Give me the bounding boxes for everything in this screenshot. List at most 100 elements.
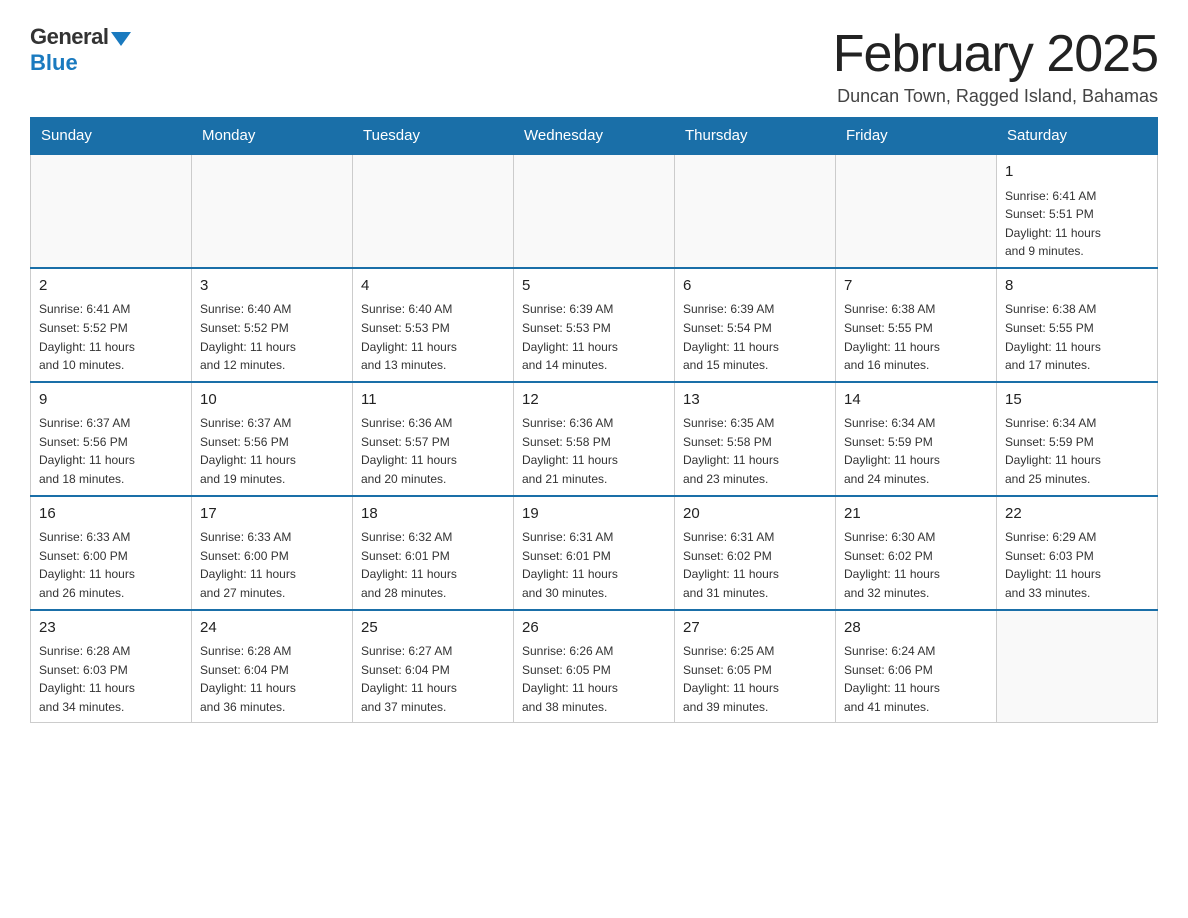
day-info-text: Sunrise: 6:34 AM Sunset: 5:59 PM Dayligh… [844,414,988,488]
day-number: 8 [1005,275,1149,298]
calendar-day-cell: 14Sunrise: 6:34 AM Sunset: 5:59 PM Dayli… [836,382,997,496]
calendar-day-cell: 8Sunrise: 6:38 AM Sunset: 5:55 PM Daylig… [997,268,1158,382]
day-info-text: Sunrise: 6:40 AM Sunset: 5:52 PM Dayligh… [200,300,344,374]
day-number: 25 [361,617,505,640]
calendar-day-cell [31,154,192,268]
calendar-day-cell [514,154,675,268]
day-of-week-header: Tuesday [353,118,514,155]
calendar-day-cell: 27Sunrise: 6:25 AM Sunset: 6:05 PM Dayli… [675,610,836,723]
day-info-text: Sunrise: 6:37 AM Sunset: 5:56 PM Dayligh… [39,414,183,488]
calendar-day-cell: 19Sunrise: 6:31 AM Sunset: 6:01 PM Dayli… [514,496,675,610]
day-number: 22 [1005,503,1149,526]
calendar-week-row: 23Sunrise: 6:28 AM Sunset: 6:03 PM Dayli… [31,610,1158,723]
day-info-text: Sunrise: 6:36 AM Sunset: 5:57 PM Dayligh… [361,414,505,488]
day-info-text: Sunrise: 6:38 AM Sunset: 5:55 PM Dayligh… [1005,300,1149,374]
day-info-text: Sunrise: 6:39 AM Sunset: 5:54 PM Dayligh… [683,300,827,374]
day-info-text: Sunrise: 6:24 AM Sunset: 6:06 PM Dayligh… [844,642,988,716]
logo-blue-text: Blue [30,50,78,76]
day-number: 2 [39,275,183,298]
logo-arrow-icon [111,32,131,46]
day-info-text: Sunrise: 6:36 AM Sunset: 5:58 PM Dayligh… [522,414,666,488]
day-number: 11 [361,389,505,412]
calendar-day-cell: 6Sunrise: 6:39 AM Sunset: 5:54 PM Daylig… [675,268,836,382]
day-info-text: Sunrise: 6:25 AM Sunset: 6:05 PM Dayligh… [683,642,827,716]
day-info-text: Sunrise: 6:28 AM Sunset: 6:03 PM Dayligh… [39,642,183,716]
day-number: 9 [39,389,183,412]
calendar-day-cell: 13Sunrise: 6:35 AM Sunset: 5:58 PM Dayli… [675,382,836,496]
logo-general-text: General [30,24,108,50]
day-of-week-header: Saturday [997,118,1158,155]
calendar-day-cell [997,610,1158,723]
calendar-week-row: 9Sunrise: 6:37 AM Sunset: 5:56 PM Daylig… [31,382,1158,496]
day-of-week-header: Wednesday [514,118,675,155]
calendar-week-row: 1 Sunrise: 6:41 AM Sunset: 5:51 PM Daylig… [31,154,1158,268]
day-number: 10 [200,389,344,412]
calendar-day-cell: 4Sunrise: 6:40 AM Sunset: 5:53 PM Daylig… [353,268,514,382]
day-info-text: Sunrise: 6:26 AM Sunset: 6:05 PM Dayligh… [522,642,666,716]
calendar-day-cell: 18Sunrise: 6:32 AM Sunset: 6:01 PM Dayli… [353,496,514,610]
day-number: 1 [1005,161,1149,184]
calendar-day-cell: 23Sunrise: 6:28 AM Sunset: 6:03 PM Dayli… [31,610,192,723]
calendar-header-row: SundayMondayTuesdayWednesdayThursdayFrid… [31,118,1158,155]
day-of-week-header: Thursday [675,118,836,155]
day-info-text: Sunrise: 6:41 AM Sunset: 5:51 PM Dayligh… [1005,187,1149,261]
day-number: 23 [39,617,183,640]
day-info-text: Sunrise: 6:33 AM Sunset: 6:00 PM Dayligh… [200,528,344,602]
day-number: 28 [844,617,988,640]
day-info-text: Sunrise: 6:35 AM Sunset: 5:58 PM Dayligh… [683,414,827,488]
calendar-day-cell: 28Sunrise: 6:24 AM Sunset: 6:06 PM Dayli… [836,610,997,723]
calendar-day-cell: 9Sunrise: 6:37 AM Sunset: 5:56 PM Daylig… [31,382,192,496]
calendar-day-cell: 20Sunrise: 6:31 AM Sunset: 6:02 PM Dayli… [675,496,836,610]
calendar-week-row: 2Sunrise: 6:41 AM Sunset: 5:52 PM Daylig… [31,268,1158,382]
day-info-text: Sunrise: 6:34 AM Sunset: 5:59 PM Dayligh… [1005,414,1149,488]
logo: General Blue [30,24,131,76]
month-title: February 2025 [833,24,1158,84]
calendar-week-row: 16Sunrise: 6:33 AM Sunset: 6:00 PM Dayli… [31,496,1158,610]
location-text: Duncan Town, Ragged Island, Bahamas [833,86,1158,107]
day-info-text: Sunrise: 6:30 AM Sunset: 6:02 PM Dayligh… [844,528,988,602]
calendar-table: SundayMondayTuesdayWednesdayThursdayFrid… [30,117,1158,723]
day-number: 27 [683,617,827,640]
day-info-text: Sunrise: 6:37 AM Sunset: 5:56 PM Dayligh… [200,414,344,488]
day-number: 13 [683,389,827,412]
day-of-week-header: Sunday [31,118,192,155]
calendar-day-cell: 1 Sunrise: 6:41 AM Sunset: 5:51 PM Daylig… [997,154,1158,268]
day-number: 19 [522,503,666,526]
calendar-day-cell: 15Sunrise: 6:34 AM Sunset: 5:59 PM Dayli… [997,382,1158,496]
day-info-text: Sunrise: 6:40 AM Sunset: 5:53 PM Dayligh… [361,300,505,374]
day-number: 20 [683,503,827,526]
day-number: 26 [522,617,666,640]
day-number: 21 [844,503,988,526]
calendar-day-cell [836,154,997,268]
day-number: 3 [200,275,344,298]
day-info-text: Sunrise: 6:29 AM Sunset: 6:03 PM Dayligh… [1005,528,1149,602]
day-number: 18 [361,503,505,526]
calendar-day-cell: 2Sunrise: 6:41 AM Sunset: 5:52 PM Daylig… [31,268,192,382]
title-block: February 2025 Duncan Town, Ragged Island… [833,24,1158,107]
calendar-day-cell: 16Sunrise: 6:33 AM Sunset: 6:00 PM Dayli… [31,496,192,610]
day-number: 12 [522,389,666,412]
calendar-day-cell: 3Sunrise: 6:40 AM Sunset: 5:52 PM Daylig… [192,268,353,382]
day-number: 15 [1005,389,1149,412]
day-info-text: Sunrise: 6:33 AM Sunset: 6:00 PM Dayligh… [39,528,183,602]
day-number: 14 [844,389,988,412]
calendar-day-cell: 25Sunrise: 6:27 AM Sunset: 6:04 PM Dayli… [353,610,514,723]
calendar-day-cell: 12Sunrise: 6:36 AM Sunset: 5:58 PM Dayli… [514,382,675,496]
day-number: 6 [683,275,827,298]
calendar-day-cell: 26Sunrise: 6:26 AM Sunset: 6:05 PM Dayli… [514,610,675,723]
calendar-day-cell: 11Sunrise: 6:36 AM Sunset: 5:57 PM Dayli… [353,382,514,496]
calendar-day-cell: 24Sunrise: 6:28 AM Sunset: 6:04 PM Dayli… [192,610,353,723]
calendar-day-cell [675,154,836,268]
day-info-text: Sunrise: 6:41 AM Sunset: 5:52 PM Dayligh… [39,300,183,374]
calendar-day-cell: 22Sunrise: 6:29 AM Sunset: 6:03 PM Dayli… [997,496,1158,610]
calendar-day-cell: 21Sunrise: 6:30 AM Sunset: 6:02 PM Dayli… [836,496,997,610]
day-number: 17 [200,503,344,526]
calendar-day-cell [353,154,514,268]
calendar-day-cell: 5Sunrise: 6:39 AM Sunset: 5:53 PM Daylig… [514,268,675,382]
day-info-text: Sunrise: 6:39 AM Sunset: 5:53 PM Dayligh… [522,300,666,374]
day-info-text: Sunrise: 6:32 AM Sunset: 6:01 PM Dayligh… [361,528,505,602]
day-number: 16 [39,503,183,526]
calendar-day-cell: 7Sunrise: 6:38 AM Sunset: 5:55 PM Daylig… [836,268,997,382]
day-of-week-header: Monday [192,118,353,155]
calendar-day-cell: 17Sunrise: 6:33 AM Sunset: 6:00 PM Dayli… [192,496,353,610]
